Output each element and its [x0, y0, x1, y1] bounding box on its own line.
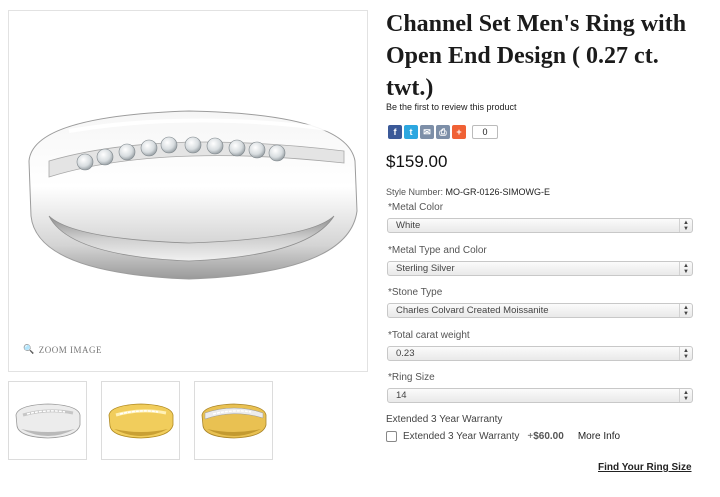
share-count: 0: [472, 125, 498, 139]
email-icon[interactable]: ✉: [420, 125, 434, 139]
metal-color-select[interactable]: White ▲ ▼: [387, 218, 693, 233]
select-arrows-icon: ▲ ▼: [679, 347, 692, 360]
select-arrows-icon: ▲ ▼: [679, 304, 692, 317]
carat-weight-label: *Total carat weight: [388, 330, 470, 341]
stone-type-select[interactable]: Charles Colvard Created Moissanite ▲ ▼: [387, 303, 693, 318]
ring-thumbnail-yellow: [108, 403, 173, 438]
facebook-icon[interactable]: f: [388, 125, 402, 139]
thumbnail-two-tone[interactable]: [194, 381, 273, 460]
thumbnail-yellow[interactable]: [101, 381, 180, 460]
metal-type-label: *Metal Type and Color: [388, 245, 487, 256]
more-info-link[interactable]: More Info: [578, 431, 620, 442]
warranty-option: Extended 3 Year Warranty +$60.00 More In…: [386, 431, 620, 442]
share-toolbar: f t ✉ ⎙ + 0: [388, 125, 498, 139]
style-number: Style Number: MO-GR-0126-SIMOWG-E: [386, 187, 550, 197]
thumbnail-strip: [8, 381, 273, 460]
carat-weight-select[interactable]: 0.23 ▲ ▼: [387, 346, 693, 361]
stone-type-value: Charles Colvard Created Moissanite: [396, 305, 549, 316]
warranty-option-label[interactable]: Extended 3 Year Warranty: [403, 431, 519, 442]
carat-weight-value: 0.23: [396, 348, 415, 359]
product-price: $159.00: [386, 152, 448, 171]
metal-color-value: White: [396, 220, 421, 231]
magnifier-icon: 🔍: [23, 344, 35, 354]
zoom-image-label: ZOOM IMAGE: [38, 344, 102, 355]
select-arrows-icon: ▲ ▼: [679, 219, 692, 232]
ring-image: [28, 110, 358, 280]
print-icon[interactable]: ⎙: [436, 125, 450, 139]
ring-size-label: *Ring Size: [388, 372, 435, 383]
warranty-price: +$60.00: [527, 431, 564, 442]
select-arrows-icon: ▲ ▼: [679, 389, 692, 402]
metal-type-value: Sterling Silver: [396, 263, 455, 274]
share-plus-icon[interactable]: +: [452, 125, 466, 139]
ring-thumbnail-two-tone: [201, 403, 266, 438]
find-ring-size-link[interactable]: Find Your Ring Size: [598, 462, 692, 473]
review-link[interactable]: Be the first to review this product: [386, 102, 517, 112]
select-arrows-icon: ▲ ▼: [679, 262, 692, 275]
zoom-image-control[interactable]: 🔍 ZOOM IMAGE: [23, 344, 102, 355]
metal-type-select[interactable]: Sterling Silver ▲ ▼: [387, 261, 693, 276]
ring-size-select[interactable]: 14 ▲ ▼: [387, 388, 693, 403]
ring-thumbnail-white: [15, 403, 80, 438]
twitter-icon[interactable]: t: [404, 125, 418, 139]
style-number-value: MO-GR-0126-SIMOWG-E: [445, 187, 551, 197]
metal-color-label: *Metal Color: [388, 202, 444, 213]
ring-size-value: 14: [396, 390, 407, 401]
thumbnail-white[interactable]: [8, 381, 87, 460]
warranty-checkbox[interactable]: [386, 431, 397, 442]
stone-type-label: *Stone Type: [388, 287, 443, 298]
main-product-image[interactable]: 🔍 ZOOM IMAGE: [8, 10, 368, 372]
style-number-label: Style Number:: [386, 187, 444, 197]
product-title: Channel Set Men's Ring with Open End Des…: [386, 11, 687, 101]
warranty-heading: Extended 3 Year Warranty: [386, 414, 503, 425]
